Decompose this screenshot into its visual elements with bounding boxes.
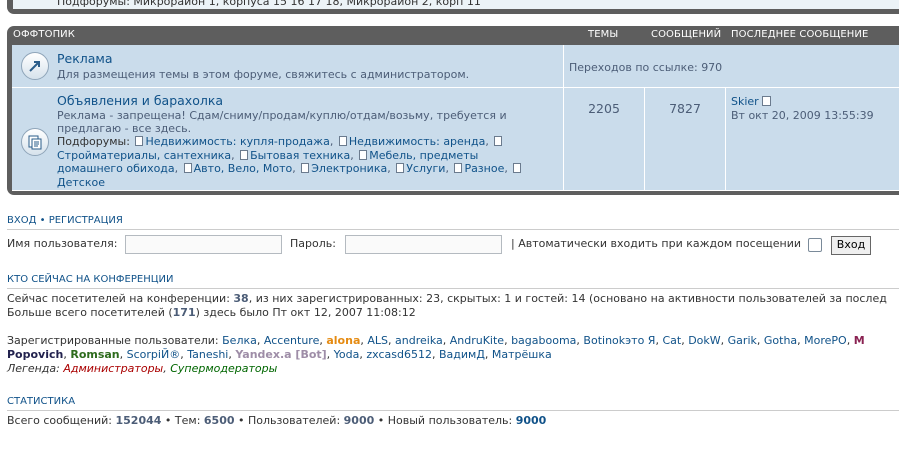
online-user-link[interactable]: DokW — [688, 334, 720, 347]
online-user-link[interactable]: Taneshi — [187, 348, 228, 361]
forum-read-icon — [21, 128, 49, 156]
subforum-link[interactable]: Авто, Вело, Мото — [194, 162, 293, 175]
subforum-link[interactable]: Электроника — [311, 162, 387, 175]
online-user-link[interactable]: Матрёшка — [492, 348, 552, 361]
username-input[interactable] — [125, 235, 282, 254]
online-user-link[interactable]: bagabooma — [511, 334, 576, 347]
subforum-icon — [359, 149, 368, 160]
subforums-label: Подфорумы: — [57, 135, 130, 148]
online-stats-line: Сейчас посетителей на конференции: 38, и… — [7, 292, 887, 305]
online-user-link[interactable]: ALS — [367, 334, 388, 347]
online-user-link[interactable]: zxcasd6512 — [366, 348, 432, 361]
last-post-author[interactable]: Skier — [731, 95, 759, 108]
subforum-link[interactable]: Детское — [57, 176, 105, 189]
previous-forum-block: Подфорумы: Микрорайон 1, корпуса 15 16 1… — [7, 0, 899, 14]
subforum-link[interactable]: Услуги — [406, 162, 445, 175]
previous-subforums-text: Подфорумы: Микрорайон 1, корпуса 15 16 1… — [57, 0, 481, 8]
online-header: Кто сейчас на конференции — [7, 274, 174, 285]
forum-description-line1: Реклама - запрещена! Сдам/сниму/продам/к… — [57, 109, 507, 122]
category-header: Оффтопик Темы Сообщений Последнее сообще… — [7, 26, 899, 45]
subforum-link[interactable]: Недвижимость: купля-продажа — [145, 135, 329, 148]
subforum-link[interactable]: Недвижимость: аренда — [349, 135, 486, 148]
online-user-link[interactable]: Gotha — [764, 334, 797, 347]
subforum-link[interactable]: Разное — [464, 162, 504, 175]
registered-users-line2: Popovich, Romsan, ScorpiЙ®, Taneshi, Yan… — [7, 348, 552, 361]
online-record-line: Больше всего посетителей (171) здесь был… — [7, 306, 416, 319]
online-user-link[interactable]: Cat — [662, 334, 681, 347]
col-last-post-header: Последнее сообщение — [731, 29, 869, 40]
col-posts-header: Сообщений — [651, 29, 722, 40]
newest-user-link[interactable]: 9000 — [516, 414, 547, 427]
subforum-link[interactable]: Стройматериалы, сантехника — [57, 149, 231, 162]
online-user-link[interactable]: Белка — [222, 334, 257, 347]
col-topics-header: Темы — [588, 29, 619, 40]
online-user-link[interactable]: ScorpiЙ® — [127, 348, 181, 361]
subforum-icon — [513, 163, 522, 173]
forum-title-ads[interactable]: Реклама — [57, 51, 113, 66]
statistics-line: Всего сообщений: 152044 • Тем: 6500 • По… — [7, 414, 547, 427]
forum-link-icon — [21, 52, 49, 80]
online-user-link[interactable]: Accenture — [264, 334, 320, 347]
last-post-date: Вт окт 20, 2009 13:55:39 — [731, 109, 874, 122]
legend-line: Легенда: Администраторы, Супермодераторы — [7, 362, 278, 375]
login-header: Вход • Регистрация — [7, 215, 123, 226]
subforum-icon — [301, 163, 310, 173]
online-user-link[interactable]: Popovich — [7, 348, 63, 361]
forum-description-ads: Для размещения темы в этом форуме, свяжи… — [57, 68, 470, 81]
subforum-icon — [240, 149, 249, 160]
forum-row-classifieds: Объявления и барахолка Реклама - запреще… — [12, 88, 899, 191]
login-link[interactable]: Вход — [7, 215, 36, 226]
statistics-header: Статистика — [7, 396, 76, 407]
forum-title-classifieds[interactable]: Объявления и барахолка — [57, 93, 223, 108]
view-latest-post-icon[interactable] — [762, 96, 772, 106]
forum-description-line2: предлагаю - все здесь. — [57, 122, 192, 135]
autologin-checkbox[interactable] — [808, 238, 822, 252]
online-user-link[interactable]: Garik — [728, 334, 757, 347]
legend-admins-link[interactable]: Администраторы — [63, 362, 163, 375]
login-button[interactable]: Вход — [831, 236, 871, 255]
online-user-link[interactable]: Botinokэто Я — [583, 334, 655, 347]
posts-count: 7827 — [669, 101, 701, 116]
subforum-icon — [183, 163, 192, 173]
topics-count: 2205 — [588, 101, 620, 116]
subforum-icon — [135, 136, 144, 146]
registered-users-line1: Зарегистрированные пользователи: Белка, … — [7, 334, 865, 347]
online-user-link[interactable]: ВадимД — [439, 348, 485, 361]
online-user-link[interactable]: Yoda — [334, 348, 360, 361]
password-label: Пароль: — [290, 237, 336, 250]
forum-row-ads: Реклама Для размещения темы в этом форум… — [12, 45, 899, 88]
online-user-link[interactable]: Yandex.a [Bot] — [235, 348, 326, 361]
online-user-link[interactable]: AndruKite — [450, 334, 504, 347]
subforum-icon — [454, 163, 463, 173]
subforum-icon — [494, 136, 503, 146]
register-link[interactable]: Регистрация — [49, 215, 123, 226]
legend-mods-link[interactable]: Супермодераторы — [170, 362, 277, 375]
password-input[interactable] — [345, 235, 502, 254]
online-user-link[interactable]: alona — [326, 334, 360, 347]
redirect-count: Переходов по ссылке: 970 — [569, 61, 723, 74]
online-user-link[interactable]: M — [854, 334, 865, 347]
username-label: Имя пользователя: — [7, 237, 118, 250]
subforums-list: Подфорумы: Недвижимость: купля-продажа, … — [57, 135, 547, 189]
subforum-icon — [396, 163, 405, 173]
online-user-link[interactable]: MorePO — [804, 334, 847, 347]
online-user-link[interactable]: Romsan — [70, 348, 119, 361]
autologin-label: | Автоматически входить при каждом посещ… — [511, 237, 802, 250]
subforum-icon — [338, 136, 347, 146]
last-post-info: Skier — [731, 95, 772, 108]
subforum-link[interactable]: Бытовая техника — [250, 149, 350, 162]
category-title[interactable]: Оффтопик — [13, 29, 75, 40]
online-user-link[interactable]: andreika — [395, 334, 443, 347]
